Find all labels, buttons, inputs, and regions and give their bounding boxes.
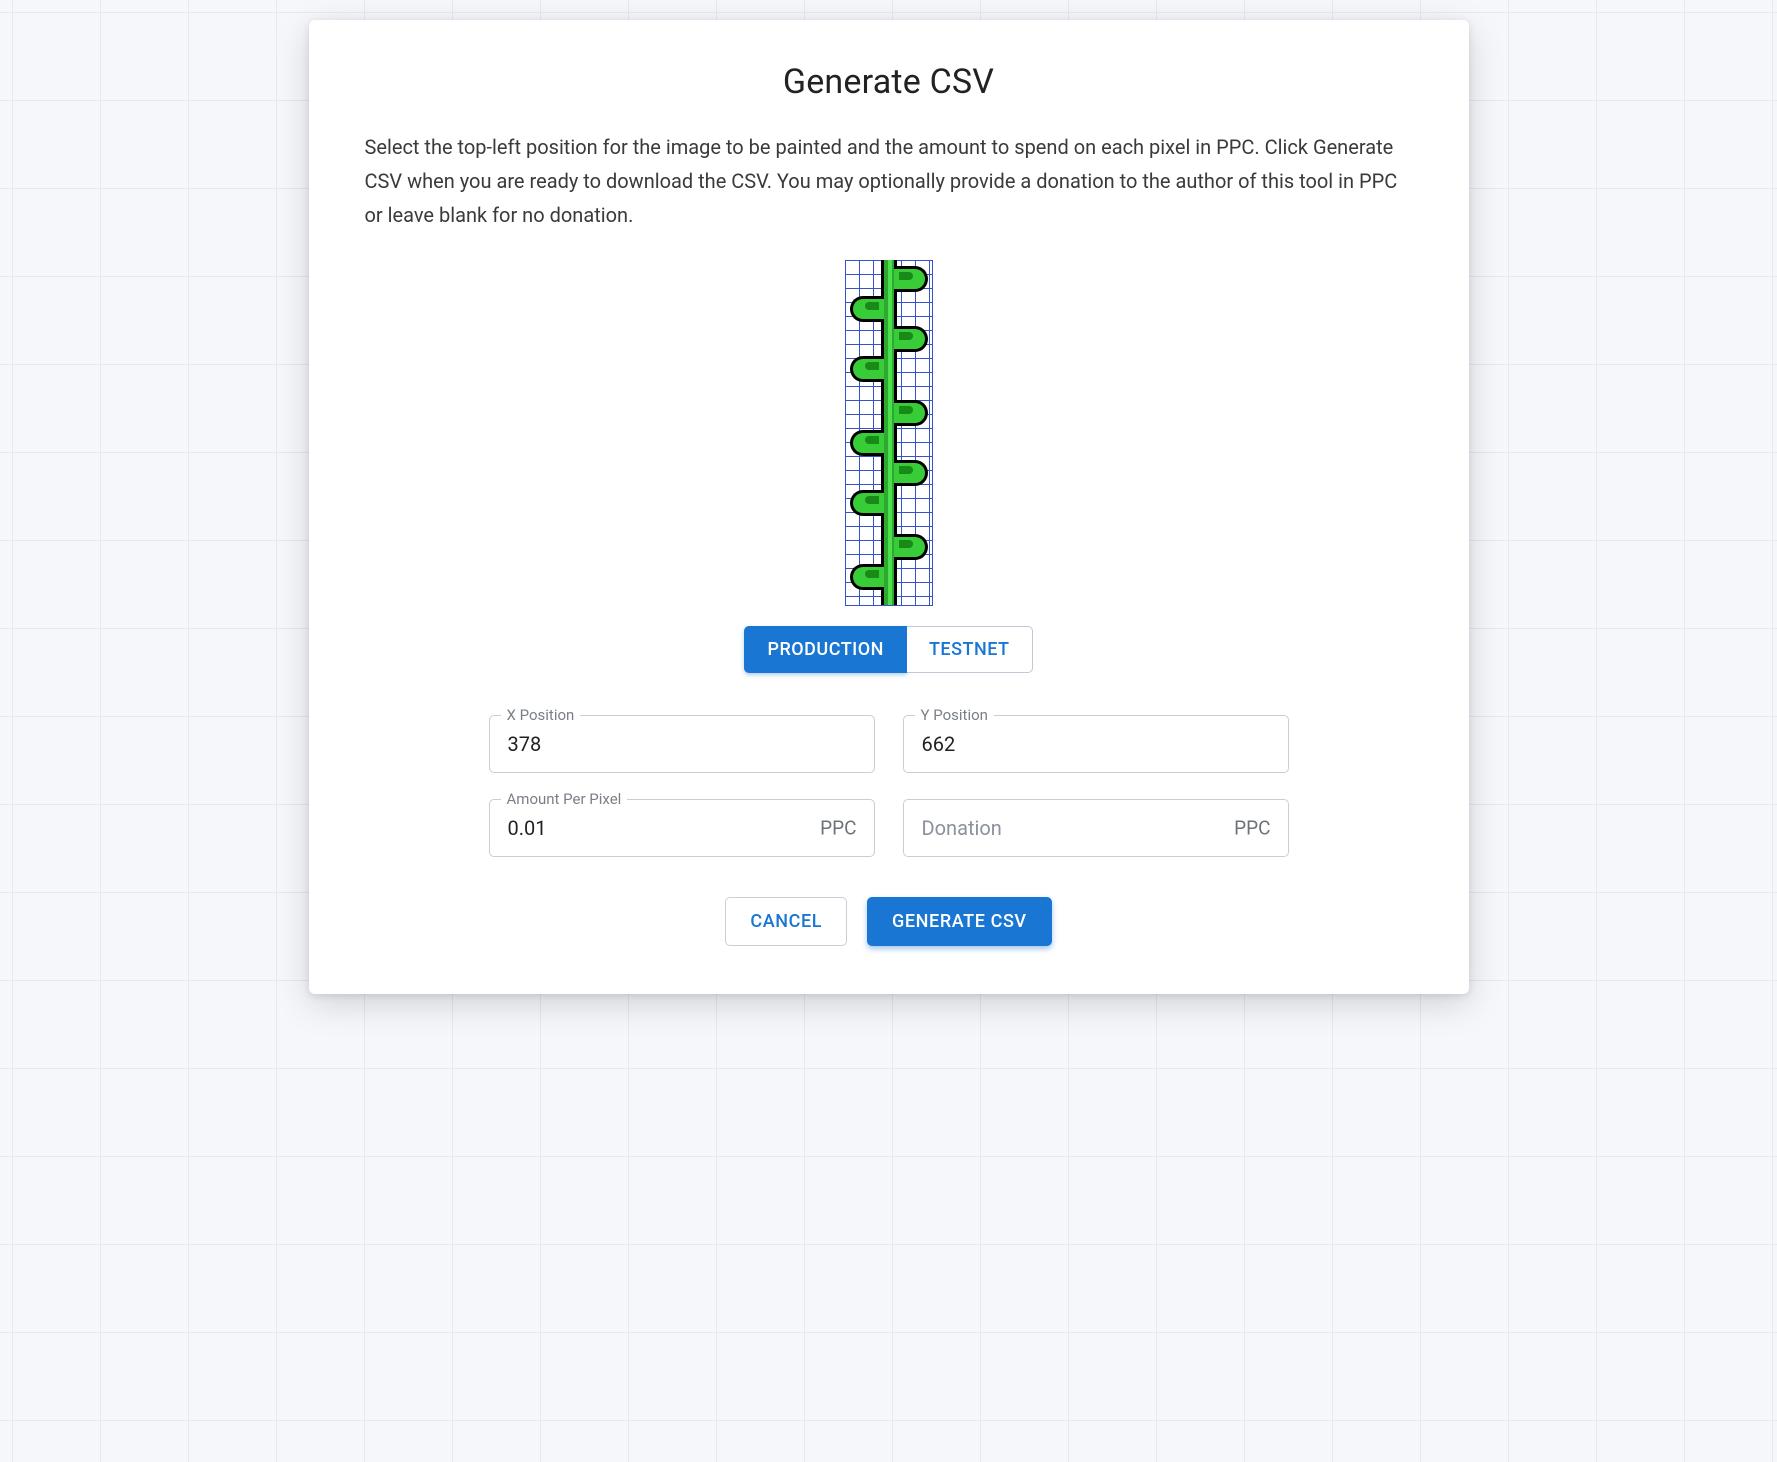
dialog-description: Select the top-left position for the ima… — [365, 130, 1413, 232]
plant-leaf-icon — [850, 296, 884, 322]
pixel-grid-preview — [845, 260, 933, 606]
production-toggle-button[interactable]: PRODUCTION — [744, 626, 906, 673]
image-preview-container — [365, 260, 1413, 606]
plant-leaf-icon — [894, 460, 928, 486]
amount-per-pixel-field: Amount Per Pixel PPC — [489, 799, 875, 857]
testnet-toggle-button[interactable]: TESTNET — [907, 626, 1033, 673]
plant-leaf-icon — [894, 534, 928, 560]
plant-leaf-icon — [850, 430, 884, 456]
generate-csv-dialog: Generate CSV Select the top-left positio… — [309, 20, 1469, 994]
cancel-button[interactable]: CANCEL — [725, 897, 847, 946]
y-position-field: Y Position — [903, 715, 1289, 773]
dialog-actions: CANCEL GENERATE CSV — [365, 897, 1413, 946]
amount-per-pixel-label: Amount Per Pixel — [501, 790, 628, 808]
network-toggle-group: PRODUCTION TESTNET — [365, 626, 1413, 673]
x-position-label: X Position — [501, 706, 581, 724]
plant-leaf-icon — [850, 356, 884, 382]
generate-csv-button[interactable]: GENERATE CSV — [867, 897, 1052, 946]
plant-leaf-icon — [850, 564, 884, 590]
plant-leaf-icon — [850, 490, 884, 516]
form-grid: X Position Y Position Amount Per Pixel P… — [489, 715, 1289, 857]
plant-leaf-icon — [894, 266, 928, 292]
donation-field: PPC — [903, 799, 1289, 857]
donation-input[interactable] — [903, 799, 1289, 857]
dialog-title: Generate CSV — [365, 62, 1413, 102]
x-position-field: X Position — [489, 715, 875, 773]
y-position-label: Y Position — [915, 706, 994, 724]
plant-leaf-icon — [894, 400, 928, 426]
plant-leaf-icon — [894, 326, 928, 352]
